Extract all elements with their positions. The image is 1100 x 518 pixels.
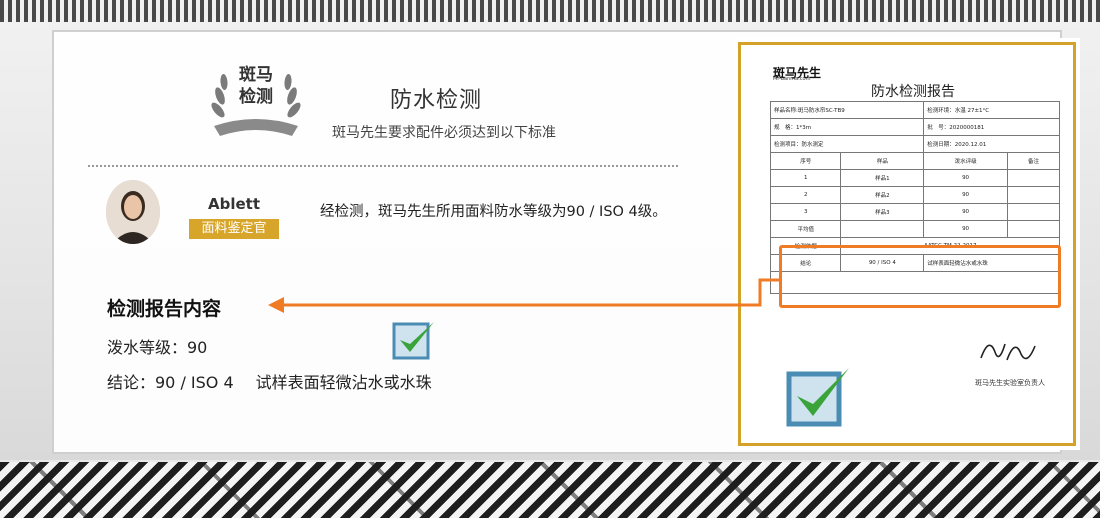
inspector-role-badge: 面料鉴定官 bbox=[189, 219, 279, 239]
table-cell: 1 bbox=[769, 169, 842, 187]
table-cell: 2 bbox=[769, 186, 842, 204]
signature-label: 斑马先生实验室负责人 bbox=[975, 379, 1045, 387]
table-cell bbox=[1006, 186, 1061, 204]
highlight-box bbox=[779, 245, 1061, 308]
report-field: 规 格：1*3m bbox=[769, 118, 925, 136]
table-cell bbox=[840, 220, 925, 238]
conclusion-line: 结论：90 / ISO 4 试样表面轻微沾水或水珠 bbox=[107, 369, 432, 393]
inspection-statement: 经检测，斑马先生所用面料防水等级为90 / ISO 4级。 bbox=[320, 204, 667, 220]
conclusion-note: 试样表面轻微沾水或水珠 bbox=[255, 373, 432, 392]
table-row: 3 样品3 90 bbox=[769, 203, 1061, 221]
water-repellency-grade: 泼水等级：90 bbox=[107, 338, 208, 357]
section-subtitle: 斑马先生要求配件必须达到以下标准 bbox=[332, 125, 556, 141]
large-checkmark-icon bbox=[786, 368, 849, 427]
table-cell: 90 bbox=[923, 186, 1008, 204]
report-logo-url: Mr-banma.com bbox=[773, 76, 811, 82]
table-row: 1 样品1 90 bbox=[769, 169, 1061, 187]
svg-text:斑马: 斑马 bbox=[239, 65, 273, 85]
inspector-name: Ablett bbox=[208, 195, 261, 213]
table-cell bbox=[1006, 169, 1061, 187]
table-row: 平均值 90 bbox=[769, 220, 1061, 238]
table-cell: 90 bbox=[923, 203, 1008, 221]
table-header-cell: 序号 bbox=[769, 152, 842, 170]
laurel-wreath-icon: 斑马 检测 bbox=[211, 65, 301, 136]
table-cell: 样品2 bbox=[840, 186, 925, 204]
dotted-divider bbox=[88, 165, 678, 167]
table-cell: 平均值 bbox=[769, 220, 842, 238]
report-field: 检测环境：水温 27±1°C bbox=[923, 101, 1060, 119]
inspector-avatar bbox=[106, 180, 160, 244]
table-cell: 90 bbox=[923, 220, 1008, 238]
table-cell: 3 bbox=[769, 203, 842, 221]
checkmark-icon bbox=[392, 322, 434, 360]
bottom-pattern-overlay bbox=[0, 462, 1100, 518]
table-header-cell: 泼水评级 bbox=[923, 152, 1008, 170]
table-cell: 样品3 bbox=[840, 203, 925, 221]
report-field: 批 号：2020000181 bbox=[923, 118, 1060, 136]
signature-icon bbox=[980, 343, 1036, 361]
report-field: 检测日期：2020.12.01 bbox=[923, 135, 1060, 153]
table-header-cell: 样品 bbox=[840, 152, 925, 170]
table-cell: 90 bbox=[923, 169, 1008, 187]
table-cell: 样品1 bbox=[840, 169, 925, 187]
report-title: 防水检测报告 bbox=[871, 84, 955, 100]
table-cell bbox=[1006, 220, 1061, 238]
top-pattern-strip bbox=[0, 0, 1100, 22]
svg-text:检测: 检测 bbox=[239, 86, 273, 107]
section-title: 防水检测 bbox=[390, 88, 483, 113]
table-header-cell: 备注 bbox=[1006, 152, 1061, 170]
report-content-heading: 检测报告内容 bbox=[107, 298, 222, 320]
conclusion-value: 结论：90 / ISO 4 bbox=[107, 373, 234, 392]
table-row: 2 样品2 90 bbox=[769, 186, 1061, 204]
report-field: 检测项目：防水测定 bbox=[769, 135, 925, 153]
report-field: 样品名称:斑马防水帘SC-TB9 bbox=[769, 101, 925, 119]
table-cell bbox=[1006, 203, 1061, 221]
